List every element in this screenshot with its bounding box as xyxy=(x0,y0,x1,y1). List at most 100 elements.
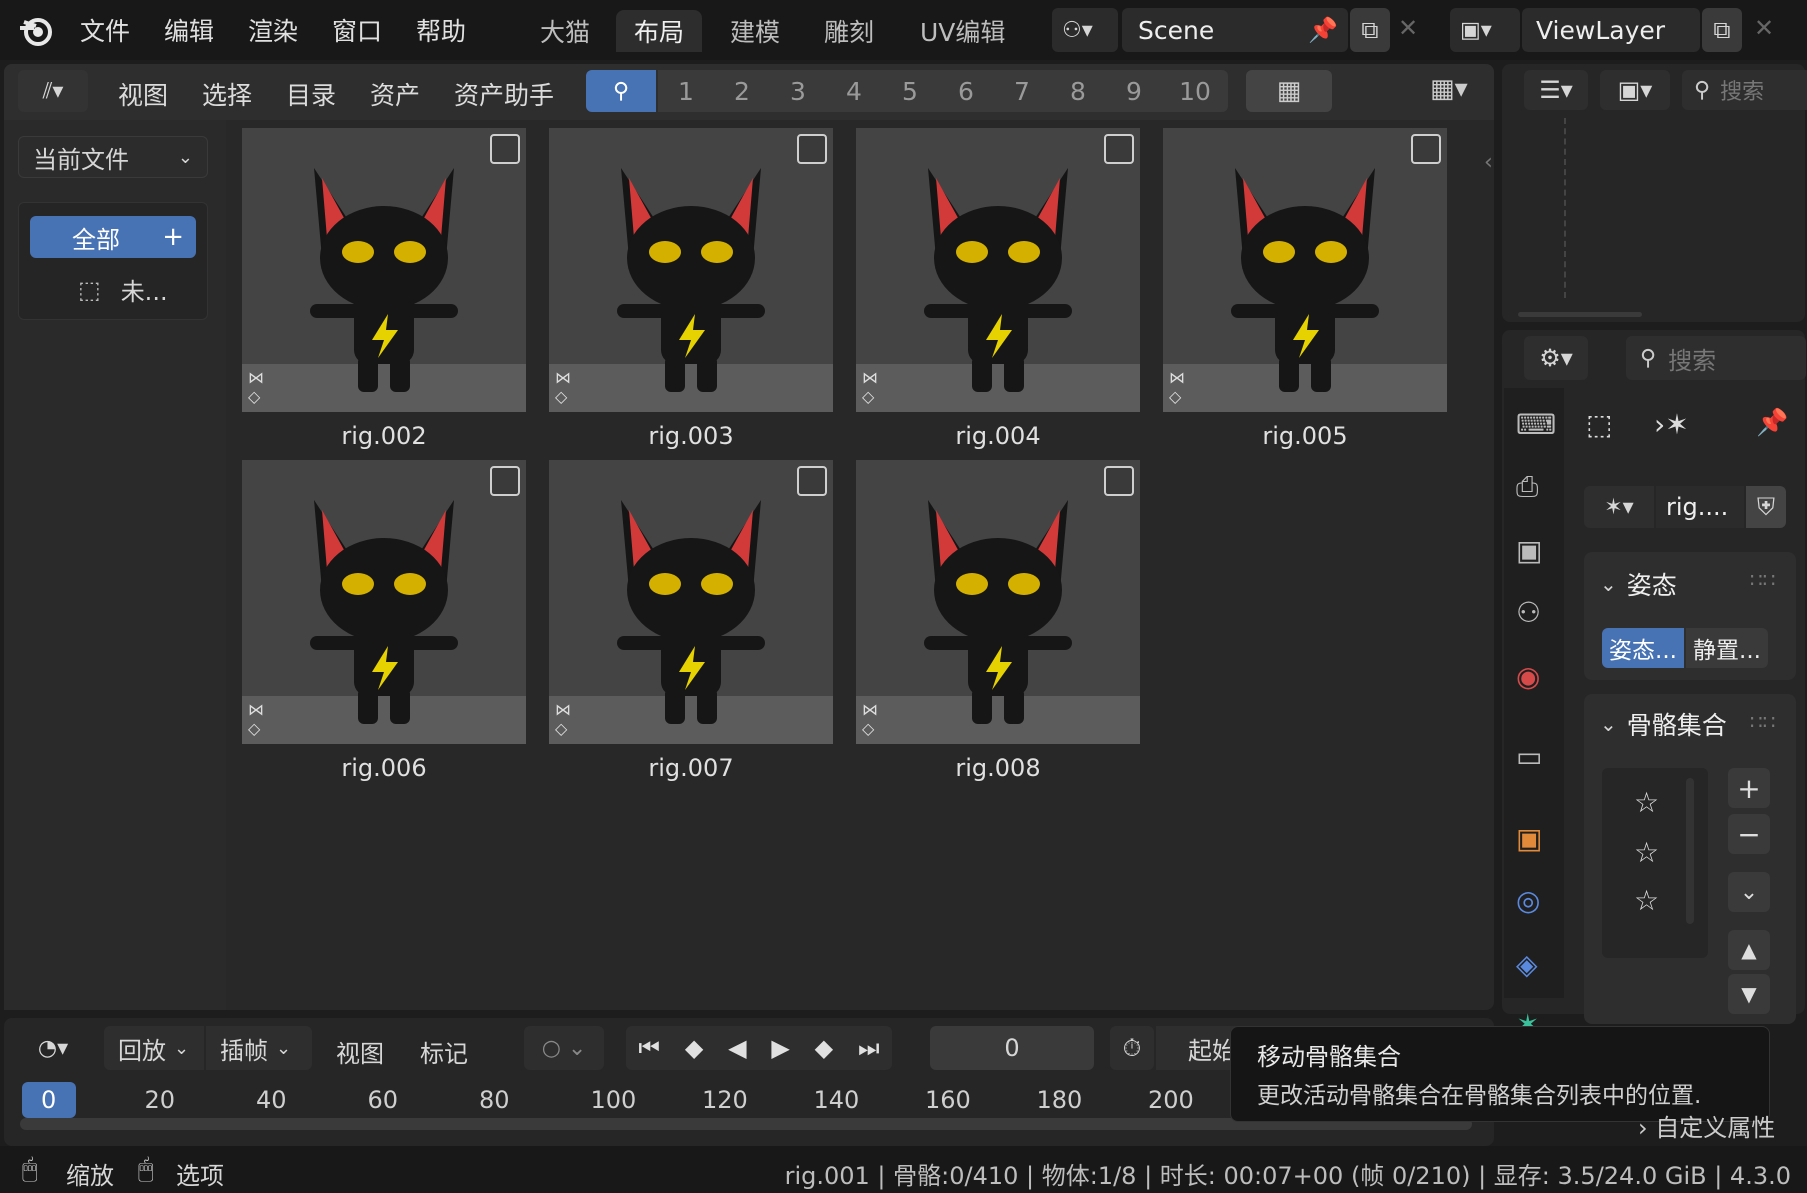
close-viewlayer-icon[interactable]: ✕ xyxy=(1754,14,1774,42)
outliner-scrollbar[interactable] xyxy=(1518,312,1642,317)
number-button[interactable]: 8 xyxy=(1050,70,1106,112)
edit-icon[interactable] xyxy=(1411,134,1441,164)
menu-render[interactable]: 渲染 xyxy=(248,12,298,48)
edit-icon[interactable] xyxy=(797,466,827,496)
scene-field[interactable]: Scene 📌 xyxy=(1122,8,1348,52)
render-icon[interactable]: ⎙ xyxy=(1516,470,1552,506)
star-icon[interactable]: ☆ xyxy=(1634,836,1659,869)
number-button[interactable]: 6 xyxy=(938,70,994,112)
start-frame-field[interactable]: 起始 xyxy=(1156,1026,1236,1070)
header-asset[interactable]: 资产 xyxy=(370,76,420,112)
star-icon[interactable]: ☆ xyxy=(1634,884,1659,917)
bone-collections-header[interactable]: ⌄ 骨骼集合 xyxy=(1600,706,1727,742)
add-icon[interactable]: + xyxy=(1728,768,1770,808)
play-icon[interactable]: ▶ xyxy=(771,1034,789,1062)
close-scene-icon[interactable]: ✕ xyxy=(1398,14,1418,42)
pin-icon[interactable]: 📌 xyxy=(1308,16,1338,44)
asset-thumbnail[interactable]: ⋈ ◇ xyxy=(549,128,833,412)
asset-thumbnail[interactable]: ⋈ ◇ xyxy=(1163,128,1447,412)
move-down-icon[interactable]: ▼ xyxy=(1728,974,1770,1014)
chevron-down-icon[interactable]: ⌄ xyxy=(1728,872,1770,912)
drag-handle-icon[interactable]: ∷∷ xyxy=(1750,710,1775,734)
number-button[interactable]: 2 xyxy=(714,70,770,112)
display-mode-dropdown[interactable]: ▣▾ xyxy=(1600,70,1670,110)
asset-thumbnail[interactable]: ⋈ ◇ xyxy=(242,460,526,744)
keying-menu[interactable]: 插帧 ⌄ xyxy=(206,1026,312,1070)
armature-name-field[interactable]: rig.... xyxy=(1656,486,1744,528)
outliner-search-input[interactable]: ⚲ 搜索 xyxy=(1682,70,1807,110)
edit-icon[interactable] xyxy=(490,466,520,496)
number-button[interactable]: 1 xyxy=(658,70,714,112)
menu-window[interactable]: 窗口 xyxy=(332,12,382,48)
editor-type-dropdown[interactable]: ⫽▾ xyxy=(18,70,88,112)
menu-help[interactable]: 帮助 xyxy=(416,12,466,48)
catalog-unassigned[interactable]: ⬚ 未... xyxy=(78,272,168,307)
viewlayer-type-dropdown[interactable]: ▣▾ xyxy=(1450,8,1520,52)
tool-icon[interactable]: ⌨ xyxy=(1516,408,1556,444)
header-asset-helper[interactable]: 资产助手 xyxy=(454,76,554,112)
star-icon[interactable]: ☆ xyxy=(1634,786,1659,819)
output-icon[interactable]: ▣ xyxy=(1516,534,1552,570)
display-mode-icon[interactable]: ▦▾ xyxy=(1430,74,1468,104)
menu-file[interactable]: 文件 xyxy=(80,12,130,48)
play-reverse-icon[interactable]: ◀ xyxy=(728,1034,746,1062)
timeline-marker-menu[interactable]: 标记 xyxy=(420,1034,468,1069)
fake-user-shield-icon[interactable]: ⛨ xyxy=(1746,486,1786,528)
constraint-icon[interactable]: ◈ xyxy=(1516,948,1552,984)
number-button[interactable]: 10 xyxy=(1162,70,1228,112)
properties-search-input[interactable]: ⚲ 搜索 xyxy=(1626,336,1806,380)
timeline-view-menu[interactable]: 视图 xyxy=(336,1034,384,1069)
scene-type-dropdown[interactable]: ⚇▾ xyxy=(1052,8,1118,52)
number-button[interactable]: 9 xyxy=(1106,70,1162,112)
blender-logo-icon[interactable] xyxy=(18,12,54,48)
collection-icon[interactable]: ▭ xyxy=(1516,740,1552,776)
timeline-type-icon[interactable]: ◔▾ xyxy=(18,1026,88,1070)
jump-end-icon[interactable]: ⏭ xyxy=(858,1034,880,1062)
timer-icon[interactable]: ⏱ xyxy=(1110,1026,1154,1070)
edit-icon[interactable] xyxy=(1104,466,1134,496)
number-button[interactable]: 7 xyxy=(994,70,1050,112)
header-view[interactable]: 视图 xyxy=(118,76,168,112)
asset-thumbnail[interactable]: ⋈ ◇ xyxy=(856,460,1140,744)
list-scrollbar[interactable] xyxy=(1686,778,1694,924)
add-catalog-icon[interactable]: + xyxy=(162,222,184,252)
rest-position-button[interactable]: 静置... xyxy=(1686,628,1768,668)
pin-icon[interactable]: 📌 xyxy=(1756,408,1788,438)
outliner-type-icon[interactable]: ☰▾ xyxy=(1524,70,1588,110)
tab-workspace-damao[interactable]: 大猫 xyxy=(522,10,608,52)
tab-workspace-uv[interactable]: UV编辑 xyxy=(902,10,1023,52)
edit-icon[interactable] xyxy=(490,134,520,164)
playback-menu[interactable]: 回放 ⌄ xyxy=(104,1026,204,1070)
asset-thumbnail[interactable]: ⋈ ◇ xyxy=(856,128,1140,412)
library-dropdown[interactable]: 当前文件 ⌄ xyxy=(18,136,208,178)
menu-edit[interactable]: 编辑 xyxy=(164,12,214,48)
frame-icon[interactable]: ⬚ xyxy=(1586,408,1622,444)
grid-view-icon[interactable]: ▦ xyxy=(1246,70,1332,112)
tab-workspace-modeling[interactable]: 建模 xyxy=(712,10,798,52)
pose-position-button[interactable]: 姿态... xyxy=(1602,628,1684,668)
next-keyframe-icon[interactable]: ◆ xyxy=(815,1034,833,1062)
move-up-icon[interactable]: ▲ xyxy=(1728,930,1770,970)
new-viewlayer-icon[interactable]: ⧉ xyxy=(1702,8,1742,52)
armature-type-dropdown[interactable]: ✶▾ xyxy=(1584,486,1654,528)
collapse-arrow-icon[interactable]: ‹ xyxy=(1484,150,1493,175)
pose-panel-header[interactable]: ⌄ 姿态 xyxy=(1600,566,1677,602)
remove-icon[interactable]: − xyxy=(1728,814,1770,854)
number-button[interactable]: 5 xyxy=(882,70,938,112)
catalog-all[interactable]: 全部 + xyxy=(30,216,196,258)
breadcrumb-armature-icon[interactable]: ›✶ xyxy=(1654,408,1689,441)
modifier-icon[interactable]: ◎ xyxy=(1516,884,1552,920)
number-button[interactable]: 4 xyxy=(826,70,882,112)
asset-thumbnail[interactable]: ⋈ ◇ xyxy=(549,460,833,744)
number-button[interactable]: 3 xyxy=(770,70,826,112)
jump-start-icon[interactable]: ⏮ xyxy=(638,1034,660,1062)
viewlayer-field[interactable]: ViewLayer xyxy=(1522,8,1700,52)
header-select[interactable]: 选择 xyxy=(202,76,252,112)
custom-props-header[interactable]: › 自定义属性 xyxy=(1638,1108,1775,1143)
tab-workspace-layout[interactable]: 布局 xyxy=(616,10,703,52)
new-scene-icon[interactable]: ⧉ xyxy=(1350,8,1390,52)
drag-handle-icon[interactable]: ∷∷ xyxy=(1750,568,1775,592)
world-icon[interactable]: ◉ xyxy=(1516,660,1552,696)
current-frame-field[interactable]: 0 xyxy=(930,1026,1094,1070)
edit-icon[interactable] xyxy=(1104,134,1134,164)
